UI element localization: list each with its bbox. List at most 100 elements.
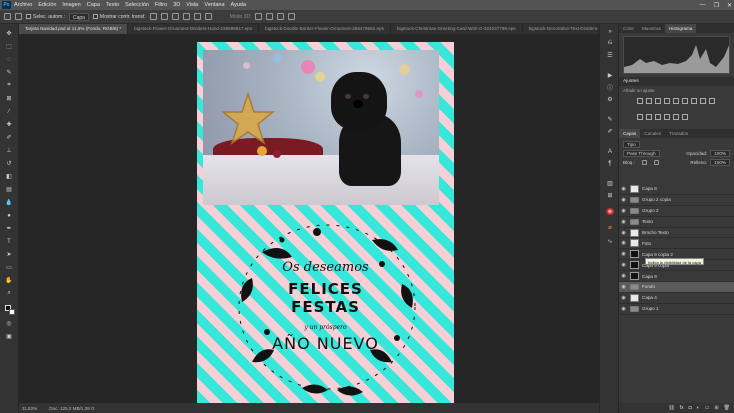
levels-icon[interactable]	[646, 98, 652, 104]
layer-filter-dropdown[interactable]: Tipo	[623, 141, 640, 148]
zoom-tool-icon[interactable]: ⌕	[5, 290, 13, 297]
adjustment-layer-icon[interactable]: ◐	[697, 405, 700, 411]
card-document[interactable]: Os deseamos FELICES FESTAS y un próspero…	[197, 42, 454, 404]
black-white-icon[interactable]	[700, 98, 706, 104]
tab-muestras[interactable]: Muestras	[638, 24, 665, 33]
menu-ventana[interactable]: Ventana	[204, 2, 224, 8]
layer-visibility-icon[interactable]: ◉	[619, 251, 628, 257]
layer-row[interactable]: ◉ Capa 9	[619, 271, 734, 283]
tab-decorative-text[interactable]: bigstock-Decorative-Text-Dividers-	[523, 24, 606, 34]
tab-histograma[interactable]: Histograma	[664, 24, 697, 33]
fill-field[interactable]: 100%	[710, 159, 730, 166]
channel-mixer-icon[interactable]	[637, 113, 643, 120]
3d-orbit-icon[interactable]	[255, 13, 263, 20]
path-select-tool-icon[interactable]: ➤	[5, 251, 13, 258]
collapse-icon[interactable]: »	[606, 28, 614, 35]
tab-tarjeta-navidad[interactable]: Tarjeta Navidad.psd al 11,5% (Fondo, RGB…	[19, 24, 129, 34]
shape-tool-icon[interactable]: ▭	[5, 264, 13, 271]
adjust-plugin-icon[interactable]: ∿	[606, 238, 614, 245]
align-middle-icon[interactable]	[193, 13, 201, 20]
navigator-panel-icon[interactable]: ⚙	[606, 96, 614, 103]
align-right-icon[interactable]	[171, 13, 179, 20]
3d-pan-icon[interactable]	[277, 13, 285, 20]
marquee-tool-icon[interactable]: ⬚	[5, 43, 13, 50]
stamp-tool-icon[interactable]: ⊥	[5, 147, 13, 154]
swatches-panel-icon[interactable]: ⊞	[606, 192, 614, 199]
color-balance-icon[interactable]	[691, 98, 697, 104]
transform-controls-option[interactable]: Mostrar contr. transf.	[92, 13, 146, 20]
align-bottom-icon[interactable]	[204, 13, 212, 20]
libraries-panel-icon[interactable]: ▥	[606, 180, 614, 187]
brush-tool-icon[interactable]: ✐	[5, 134, 13, 141]
tab-color[interactable]: Color	[619, 24, 638, 33]
layer-visibility-icon[interactable]: ◉	[619, 197, 628, 203]
home-icon[interactable]	[4, 13, 11, 20]
link-layers-icon[interactable]: ⛓	[668, 405, 674, 411]
posterize-icon[interactable]	[655, 113, 661, 120]
exposure-icon[interactable]	[664, 98, 670, 104]
properties-panel-icon[interactable]: ☰	[606, 52, 614, 59]
add-mask-icon[interactable]: ◘	[689, 405, 692, 411]
menu-texto[interactable]: Texto	[106, 2, 119, 8]
align-top-icon[interactable]	[182, 13, 190, 20]
curves-icon[interactable]	[655, 98, 661, 104]
layer-visibility-icon[interactable]: ◉	[619, 230, 628, 236]
frame-tool-icon[interactable]: ⊠	[5, 95, 13, 102]
new-group-icon[interactable]: ▭	[705, 405, 710, 411]
layer-visibility-icon[interactable]: ◉	[619, 295, 628, 301]
layer-row[interactable]: ◉ Grupo 1	[619, 304, 734, 315]
pen-tool-icon[interactable]: ✒	[5, 225, 13, 232]
tab-capas[interactable]: Capas	[619, 129, 641, 138]
crop-tool-icon[interactable]: ⌗	[5, 82, 13, 89]
paragraph-panel-icon[interactable]: ¶	[606, 160, 614, 167]
invert-icon[interactable]	[646, 113, 652, 120]
gradient-map-icon[interactable]	[673, 113, 679, 120]
move-tool-icon[interactable]: ✥	[5, 30, 13, 37]
info-panel-icon[interactable]: ⓘ	[606, 84, 614, 92]
hand-tool-icon[interactable]: ✋	[5, 277, 13, 284]
new-layer-icon[interactable]: ⊞	[714, 405, 718, 411]
quick-mask-icon[interactable]: ◎	[5, 320, 13, 327]
eraser-tool-icon[interactable]: ◧	[5, 173, 13, 180]
menu-edicion[interactable]: Edición	[38, 2, 56, 8]
transform-controls-checkbox[interactable]	[92, 13, 98, 19]
opacity-field[interactable]: 100%	[710, 150, 730, 157]
layer-visibility-icon[interactable]: ◉	[619, 273, 628, 279]
history-brush-icon[interactable]: ↺	[5, 160, 13, 167]
layer-row[interactable]: ◉ Texto	[619, 217, 734, 228]
blur-tool-icon[interactable]: 💧	[5, 199, 13, 206]
dodge-tool-icon[interactable]: ●	[5, 212, 13, 219]
photo-filter-icon[interactable]	[709, 98, 715, 104]
layer-row[interactable]: ◉ Grupo 2	[619, 206, 734, 217]
lock-pixels-icon[interactable]	[641, 160, 647, 165]
layer-visibility-icon[interactable]: ◉	[619, 208, 628, 214]
tab-christmas-card[interactable]: bigstock-Christmas-Greeting-Card-With-O-…	[391, 24, 523, 34]
character-panel-icon[interactable]: A	[606, 148, 614, 155]
history-panel-icon[interactable]: ⎌	[606, 40, 614, 47]
auto-select-target-dropdown[interactable]: Capa	[68, 12, 89, 21]
auto-select-option[interactable]: Selec. autom.:	[26, 14, 65, 20]
plugin-red-icon[interactable]: ⊗	[606, 208, 614, 215]
actions-panel-icon[interactable]: ▶	[606, 72, 614, 79]
restore-icon[interactable]: ❐	[714, 2, 719, 9]
menu-vista[interactable]: Vista	[186, 2, 198, 8]
menu-seleccion[interactable]: Selección	[125, 2, 149, 8]
eyedropper-tool-icon[interactable]: ⁄	[5, 108, 13, 115]
layer-visibility-icon[interactable]: ◉	[619, 284, 628, 290]
tab-flower-dividers[interactable]: bigstock-Flower-Ornament-Dividers-Hand-2…	[128, 24, 260, 34]
menu-filtro[interactable]: Filtro	[155, 2, 167, 8]
close-icon[interactable]: ✕	[727, 2, 732, 9]
layer-visibility-icon[interactable]: ◉	[619, 262, 628, 268]
3d-roll-icon[interactable]	[266, 13, 274, 20]
menu-capa[interactable]: Capa	[87, 2, 100, 8]
layer-row[interactable]: ◉ Foto	[619, 238, 734, 250]
layer-visibility-icon[interactable]: ◉	[619, 306, 628, 312]
brush-settings-icon[interactable]: ✐	[606, 128, 614, 135]
vibrance-icon[interactable]	[673, 98, 679, 104]
auto-select-checkbox[interactable]	[26, 13, 31, 19]
layer-visibility-icon[interactable]: ◉	[619, 186, 628, 192]
minimize-icon[interactable]: —	[700, 2, 706, 8]
healing-tool-icon[interactable]: ✚	[5, 121, 13, 128]
menu-ayuda[interactable]: Ayuda	[231, 2, 247, 8]
selective-color-icon[interactable]	[682, 113, 688, 120]
